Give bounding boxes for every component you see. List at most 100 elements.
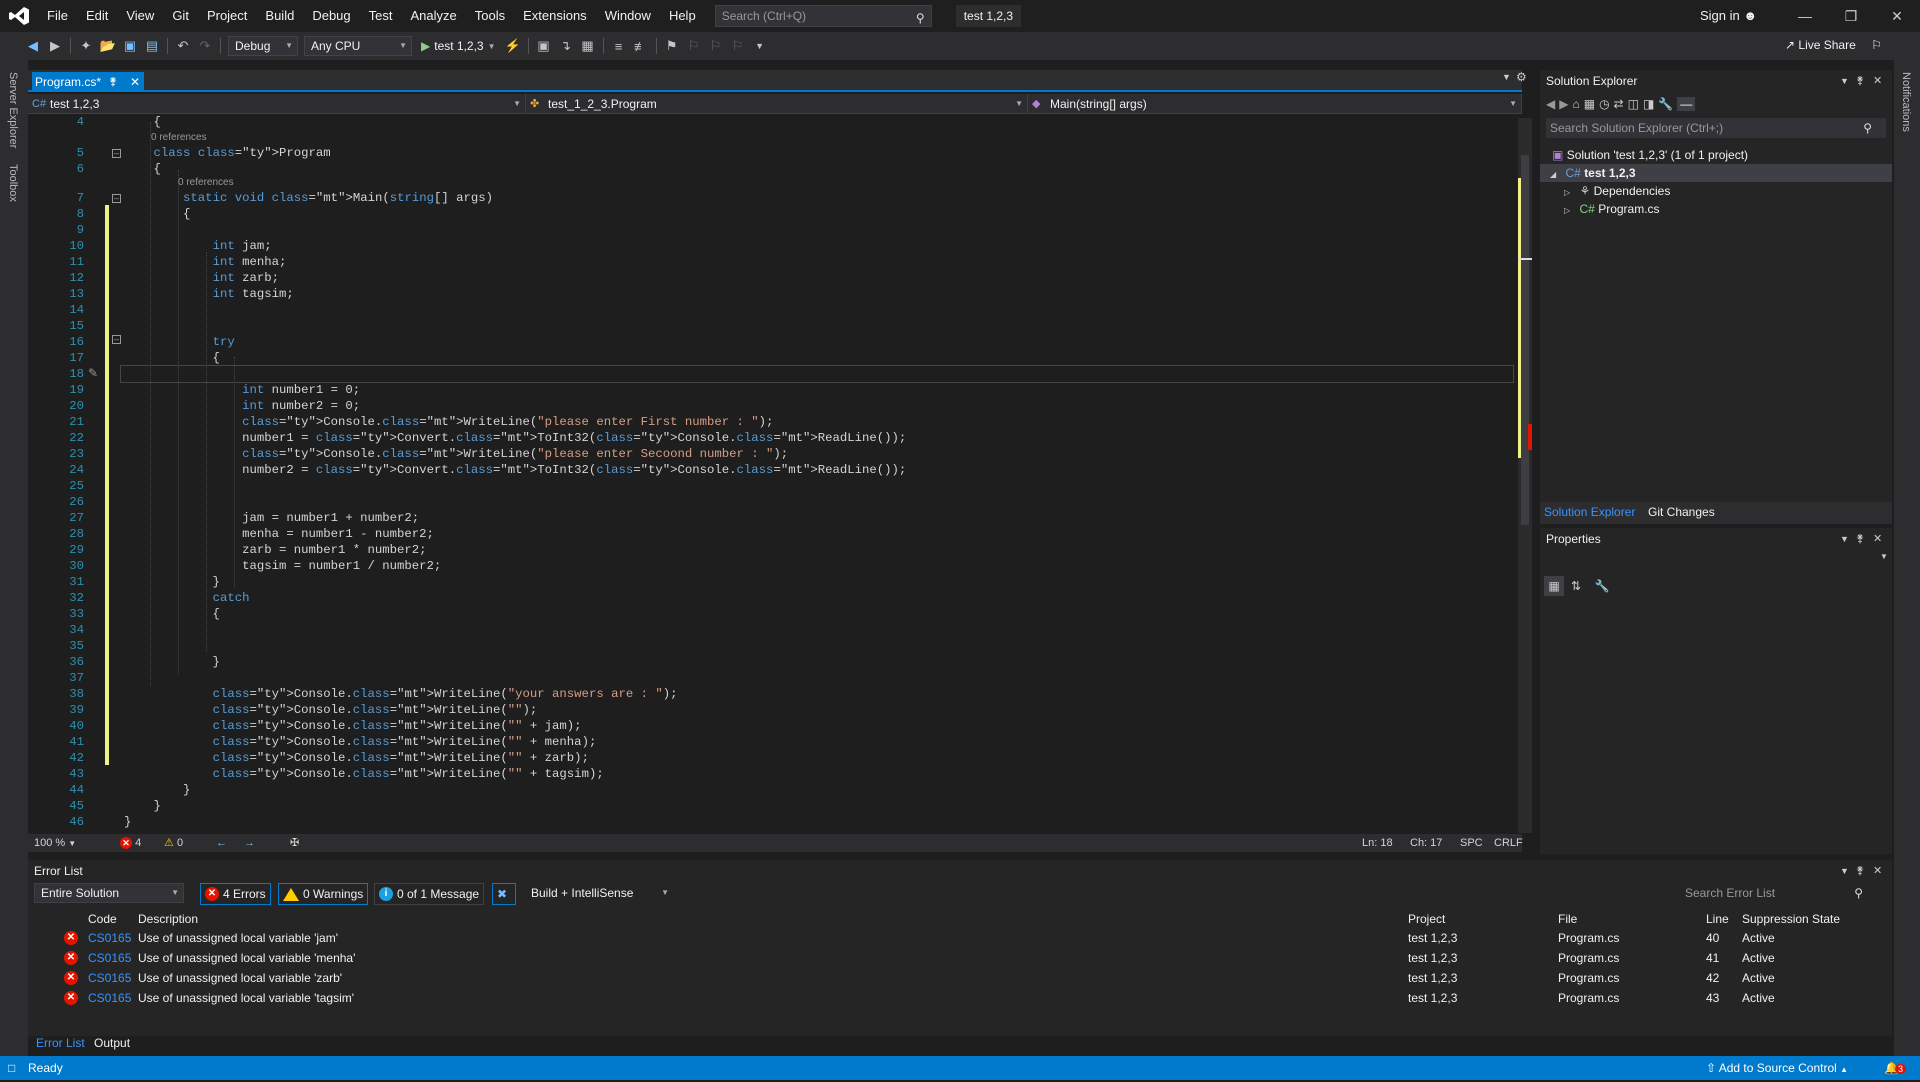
tab-overflow-icon[interactable]: ▼ xyxy=(1502,72,1511,82)
save-all-icon[interactable]: ▤ xyxy=(141,36,163,56)
back-icon[interactable]: ◀ xyxy=(1546,97,1555,111)
home-icon[interactable]: ⌂ xyxy=(1572,97,1579,111)
menu-debug[interactable]: Debug xyxy=(303,0,359,32)
line-indicator[interactable]: Ln: 18 xyxy=(1362,834,1393,852)
window-position-icon[interactable]: ▼ xyxy=(1840,528,1849,550)
prev-bookmark-icon[interactable]: ⚐ xyxy=(683,36,705,56)
categorized-icon[interactable]: ▦ xyxy=(1544,576,1564,596)
tab-error-list[interactable]: Error List xyxy=(36,1036,85,1050)
column-line[interactable]: Line xyxy=(1706,910,1729,928)
bookmark-icon[interactable]: ⚑ xyxy=(661,36,683,56)
tree-project[interactable]: ◢ C# test 1,2,3 xyxy=(1540,164,1892,182)
clear-bookmarks-icon[interactable]: ⚐ xyxy=(727,36,749,56)
switch-views-icon[interactable]: ▦ xyxy=(1584,97,1595,111)
live-share-button[interactable]: ↗ Live Share ⚐ xyxy=(1785,38,1882,52)
column-file[interactable]: File xyxy=(1558,910,1577,928)
column-description[interactable]: Description xyxy=(138,910,198,928)
forward-icon[interactable]: ▶ xyxy=(44,36,66,56)
tab-git-changes[interactable]: Git Changes xyxy=(1648,505,1715,519)
codelens-references[interactable]: 0 references xyxy=(151,132,207,143)
tree-dependencies[interactable]: ▷ ⚘ Dependencies xyxy=(1564,182,1670,200)
notifications-tab[interactable]: Notifications xyxy=(1900,72,1912,132)
source-dropdown[interactable]: Build + IntelliSense ▼ xyxy=(524,883,674,903)
screenshot-icon[interactable]: ▣ xyxy=(533,36,555,56)
error-row[interactable]: ✕ CS0165 Use of unassigned local variabl… xyxy=(28,928,1892,948)
scope-dropdown[interactable]: Entire Solution ▼ xyxy=(34,883,184,903)
add-to-source-control-button[interactable]: ⇧ Add to Source Control ▲ xyxy=(1706,1056,1848,1082)
tab-output[interactable]: Output xyxy=(94,1036,130,1050)
error-code-link[interactable]: CS0165 xyxy=(88,928,131,948)
menu-edit[interactable]: Edit xyxy=(77,0,117,32)
pin-icon[interactable]: ⚵ xyxy=(1856,70,1864,92)
solution-search-input[interactable]: Search Solution Explorer (Ctrl+;) ⚲ xyxy=(1546,118,1886,138)
toolbox-tab[interactable]: Toolbox xyxy=(7,164,19,202)
whitespace-indicator[interactable]: SPC xyxy=(1460,834,1483,852)
next-bookmark-icon[interactable]: ⚐ xyxy=(705,36,727,56)
menu-git[interactable]: Git xyxy=(163,0,198,32)
close-window-button[interactable]: ✕ xyxy=(1874,0,1920,32)
configuration-dropdown[interactable]: Debug ▼ xyxy=(228,36,298,56)
errors-filter-button[interactable]: ✕ 4 Errors xyxy=(200,883,271,905)
pin-icon[interactable]: ⚵ xyxy=(1856,860,1864,882)
pin-icon[interactable]: ⚵ xyxy=(109,72,117,92)
close-icon[interactable]: ✕ xyxy=(1873,528,1882,550)
save-icon[interactable]: ▣ xyxy=(119,36,141,56)
server-explorer-tab[interactable]: Server Explorer xyxy=(7,72,19,148)
close-icon[interactable]: ✕ xyxy=(1873,70,1882,92)
back-icon[interactable]: ◀ xyxy=(22,36,44,56)
project-dropdown[interactable]: C# test 1,2,3 ▼ xyxy=(28,94,526,114)
alphabetical-icon[interactable]: ⇅ xyxy=(1566,576,1586,596)
settings-gear-icon[interactable]: ⚙ xyxy=(1516,70,1527,84)
tree-program-cs[interactable]: ▷ C# Program.cs xyxy=(1564,200,1660,218)
uncomment-icon[interactable]: ≢ xyxy=(630,36,652,56)
close-tab-icon[interactable]: ✕ xyxy=(130,72,140,92)
next-issue-icon[interactable]: → xyxy=(244,834,255,852)
undo-icon[interactable]: ↶ xyxy=(172,36,194,56)
forward-icon[interactable]: ▶ xyxy=(1559,97,1568,111)
member-dropdown[interactable]: ◆ Main(string[] args) ▼ xyxy=(1028,94,1522,114)
solution-config-icon[interactable]: ▦ xyxy=(577,36,599,56)
close-icon[interactable]: ✕ xyxy=(1873,860,1882,882)
class-dropdown[interactable]: ✤ test_1_2_3.Program ▼ xyxy=(526,94,1028,114)
editor-vertical-scrollbar[interactable] xyxy=(1518,118,1532,833)
show-all-files-icon[interactable]: ◨ xyxy=(1643,97,1654,111)
tab-solution-explorer[interactable]: Solution Explorer xyxy=(1544,505,1635,519)
comment-icon[interactable]: ≡ xyxy=(608,36,630,56)
error-search-input[interactable]: Search Error List ⚲ xyxy=(1678,883,1878,903)
new-project-icon[interactable]: ✦ xyxy=(75,36,97,56)
menu-test[interactable]: Test xyxy=(360,0,402,32)
collapse-all-icon[interactable]: ◫ xyxy=(1628,97,1639,111)
menu-view[interactable]: View xyxy=(117,0,163,32)
messages-filter-button[interactable]: i 0 of 1 Message xyxy=(374,883,485,905)
menu-project[interactable]: Project xyxy=(198,0,256,32)
sync-icon[interactable]: ⇄ xyxy=(1614,97,1624,111)
line-ending-indicator[interactable]: CRLF xyxy=(1494,834,1523,852)
code-cleanup-icon[interactable]: ✠ xyxy=(290,834,299,852)
pin-icon[interactable]: ⚵ xyxy=(1856,528,1864,550)
code-editor[interactable]: – – – ✎ 0 references 0 references 4 { 5 … xyxy=(28,114,1522,834)
search-input[interactable]: Search (Ctrl+Q) ⚲ xyxy=(714,5,932,27)
menu-tools[interactable]: Tools xyxy=(466,0,514,32)
filter-toggle-button[interactable]: ✖ xyxy=(492,883,516,905)
redo-icon[interactable]: ↷ xyxy=(194,36,216,56)
open-file-icon[interactable]: 📂 xyxy=(97,36,119,56)
menu-help[interactable]: Help xyxy=(660,0,705,32)
warning-count-indicator[interactable]: ⚠ 0 xyxy=(164,834,183,852)
pending-changes-icon[interactable]: ◷ xyxy=(1599,97,1609,111)
visual-studio-logo-icon[interactable] xyxy=(0,0,38,32)
error-code-link[interactable]: CS0165 xyxy=(88,968,131,988)
hot-reload-icon[interactable]: ⚡ xyxy=(502,36,524,56)
toolbar-overflow-icon[interactable]: ▼ xyxy=(749,36,771,56)
preview-icon[interactable]: — xyxy=(1677,97,1696,111)
error-code-link[interactable]: CS0165 xyxy=(88,988,131,1008)
sign-in-link[interactable]: Sign in ☻ xyxy=(1700,0,1757,32)
menu-build[interactable]: Build xyxy=(256,0,303,32)
codelens-references[interactable]: 0 references xyxy=(178,177,234,188)
platform-dropdown[interactable]: Any CPU ▼ xyxy=(304,36,412,56)
tab-program-cs[interactable]: Program.cs* ⚵ ✕ xyxy=(32,72,144,92)
column-project[interactable]: Project xyxy=(1408,910,1445,928)
menu-analyze[interactable]: Analyze xyxy=(401,0,465,32)
notifications-bell-button[interactable]: 🔔3 xyxy=(1884,1056,1906,1081)
properties-wrench-icon[interactable]: 🔧 xyxy=(1658,97,1673,111)
column-code[interactable]: Code xyxy=(88,910,117,928)
